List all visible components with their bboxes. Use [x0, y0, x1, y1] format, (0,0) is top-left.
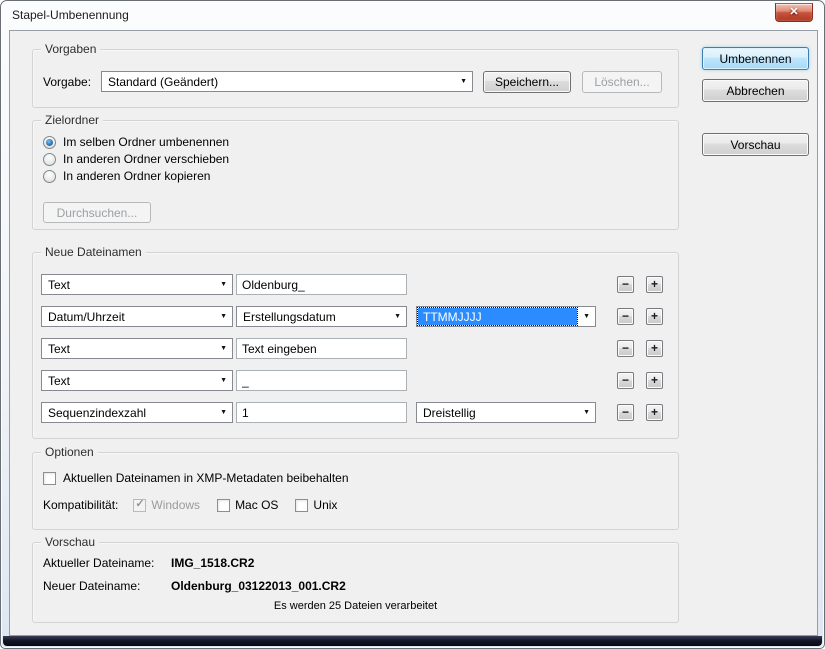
current-filename-label: Aktueller Dateiname:: [43, 556, 155, 570]
delete-preset-button: Löschen...: [582, 71, 662, 93]
save-preset-button[interactable]: Speichern...: [483, 71, 571, 93]
group-presets-label: Vorgaben: [41, 42, 101, 56]
element-type-select[interactable]: Datum/Uhrzeit ▼: [41, 306, 233, 327]
text-value-input[interactable]: [236, 338, 407, 359]
preset-select-value: Standard (Geändert): [108, 75, 219, 89]
combo-value: Erstellungsdatum: [243, 310, 336, 324]
remove-row-button[interactable]: −: [617, 308, 634, 325]
compat-windows: ✓ Windows: [133, 498, 200, 512]
xmp-checkbox[interactable]: [43, 471, 56, 485]
group-filenames-label: Neue Dateinamen: [41, 245, 146, 259]
checkbox-unix[interactable]: [295, 498, 309, 512]
element-type-select[interactable]: Text ▼: [41, 370, 233, 391]
date-format-select[interactable]: TTMMJJJJ ▼: [416, 306, 596, 327]
new-filename-label: Neuer Dateiname:: [43, 579, 141, 593]
dialog-content: Vorgaben Vorgabe: Standard (Geändert) ▼ …: [9, 30, 818, 636]
compatibility-label: Kompatibilität:: [43, 498, 119, 512]
xmp-checkbox-row[interactable]: Aktuellen Dateinamen in XMP-Metadaten be…: [43, 471, 349, 485]
group-preview-label: Vorschau: [41, 535, 100, 549]
window-title: Stapel-Umbenennung: [12, 8, 129, 22]
add-row-button[interactable]: +: [646, 308, 663, 325]
combo-value: Text: [48, 342, 71, 356]
group-options: Optionen Aktuellen Dateinamen in XMP-Met…: [32, 445, 679, 530]
add-row-button[interactable]: +: [646, 340, 663, 357]
remove-row-button[interactable]: −: [617, 404, 634, 421]
checkbox-macos-label: Mac OS: [235, 498, 279, 512]
chevron-down-icon: ▼: [220, 409, 227, 416]
group-options-label: Optionen: [41, 445, 98, 459]
status-note: Es werden 25 Dateien verarbeitet: [273, 600, 438, 612]
window-bottom-frame: [3, 636, 822, 646]
compatibility-row: Kompatibilität: ✓ Windows Mac OS Unix: [43, 498, 354, 513]
browse-button: Durchsuchen...: [43, 202, 151, 223]
combo-value: Sequenzindexzahl: [48, 406, 147, 420]
group-preview: Vorschau Aktueller Dateiname: IMG_1518.C…: [32, 535, 679, 623]
element-type-select[interactable]: Text ▼: [41, 338, 233, 359]
preview-button[interactable]: Vorschau: [702, 133, 809, 156]
close-button[interactable]: ✕: [775, 3, 813, 22]
close-icon: ✕: [789, 6, 799, 18]
filename-row: Text ▼ − +: [41, 370, 672, 391]
filename-row: Sequenzindexzahl ▼ Dreistellig ▼ − +: [41, 402, 672, 423]
xmp-label: Aktuellen Dateinamen in XMP-Metadaten be…: [63, 471, 349, 485]
chevron-down-icon: ▼: [394, 313, 401, 320]
chevron-down-icon: ▼: [583, 409, 590, 416]
element-type-select[interactable]: Text ▼: [41, 274, 233, 295]
filename-row: Datum/Uhrzeit ▼ Erstellungsdatum ▼ TTMMJ…: [41, 306, 672, 327]
radio-option-copy-folder[interactable]: In anderen Ordner kopieren: [43, 169, 210, 183]
checkbox-windows-label: Windows: [151, 498, 201, 512]
remove-row-button[interactable]: −: [617, 340, 634, 357]
preset-select[interactable]: Standard (Geändert) ▼: [101, 71, 473, 92]
combo-value: TTMMJJJJ: [417, 307, 578, 326]
combo-value: Text: [48, 278, 71, 292]
chevron-down-icon: ▼: [460, 78, 467, 85]
chevron-down-icon: ▼: [220, 313, 227, 320]
add-row-button[interactable]: +: [646, 372, 663, 389]
chevron-down-icon: ▼: [220, 281, 227, 288]
combo-value: Datum/Uhrzeit: [48, 310, 125, 324]
text-value-input[interactable]: [236, 370, 407, 391]
radio-label: Im selben Ordner umbenennen: [63, 135, 230, 149]
radio-icon: [43, 169, 56, 183]
radio-option-move-folder[interactable]: In anderen Ordner verschieben: [43, 152, 229, 166]
date-type-select[interactable]: Erstellungsdatum ▼: [236, 306, 407, 327]
dialog-window: Stapel-Umbenennung ✕ Vorgaben Vorgabe: S…: [0, 0, 825, 649]
rename-button[interactable]: Umbenennen: [702, 47, 809, 70]
group-destination: Zielordner Im selben Ordner umbenennen I…: [32, 113, 679, 230]
sequence-digits-select[interactable]: Dreistellig ▼: [416, 402, 596, 423]
group-filenames: Neue Dateinamen Text ▼ − + Datum/Uhrzeit…: [32, 245, 679, 439]
checkbox-macos[interactable]: [217, 498, 231, 512]
filename-row: Text ▼ − +: [41, 338, 672, 359]
checkbox-windows: ✓: [133, 497, 147, 512]
filename-row: Text ▼ − +: [41, 274, 672, 295]
add-row-button[interactable]: +: [646, 276, 663, 293]
cancel-button[interactable]: Abbrechen: [702, 79, 809, 102]
radio-option-same-folder[interactable]: Im selben Ordner umbenennen: [43, 135, 229, 149]
checkbox-unix-label: Unix: [313, 498, 338, 512]
remove-row-button[interactable]: −: [617, 372, 634, 389]
radio-label: In anderen Ordner verschieben: [63, 152, 230, 166]
new-filename-value: Oldenburg_03122013_001.CR2: [171, 579, 346, 593]
sequence-start-input[interactable]: [236, 402, 407, 423]
chevron-down-icon: ▼: [220, 377, 227, 384]
group-destination-label: Zielordner: [41, 113, 104, 127]
add-row-button[interactable]: +: [646, 404, 663, 421]
chevron-down-icon: ▼: [220, 345, 227, 352]
combo-value: Dreistellig: [423, 406, 476, 420]
element-type-select[interactable]: Sequenzindexzahl ▼: [41, 402, 233, 423]
current-filename-value: IMG_1518.CR2: [171, 556, 255, 570]
preset-field-label: Vorgabe:: [43, 75, 92, 89]
combo-value: Text: [48, 374, 71, 388]
radio-label: In anderen Ordner kopieren: [63, 169, 211, 183]
text-value-input[interactable]: [236, 274, 407, 295]
radio-icon: [43, 152, 56, 166]
compat-unix[interactable]: Unix: [295, 498, 337, 512]
check-icon: ✓: [135, 497, 145, 510]
title-bar[interactable]: Stapel-Umbenennung: [1, 1, 824, 30]
compat-macos[interactable]: Mac OS: [217, 498, 278, 512]
remove-row-button[interactable]: −: [617, 276, 634, 293]
radio-icon: [43, 135, 56, 149]
group-presets: Vorgaben Vorgabe: Standard (Geändert) ▼ …: [32, 42, 679, 108]
chevron-down-icon: ▼: [583, 313, 590, 320]
